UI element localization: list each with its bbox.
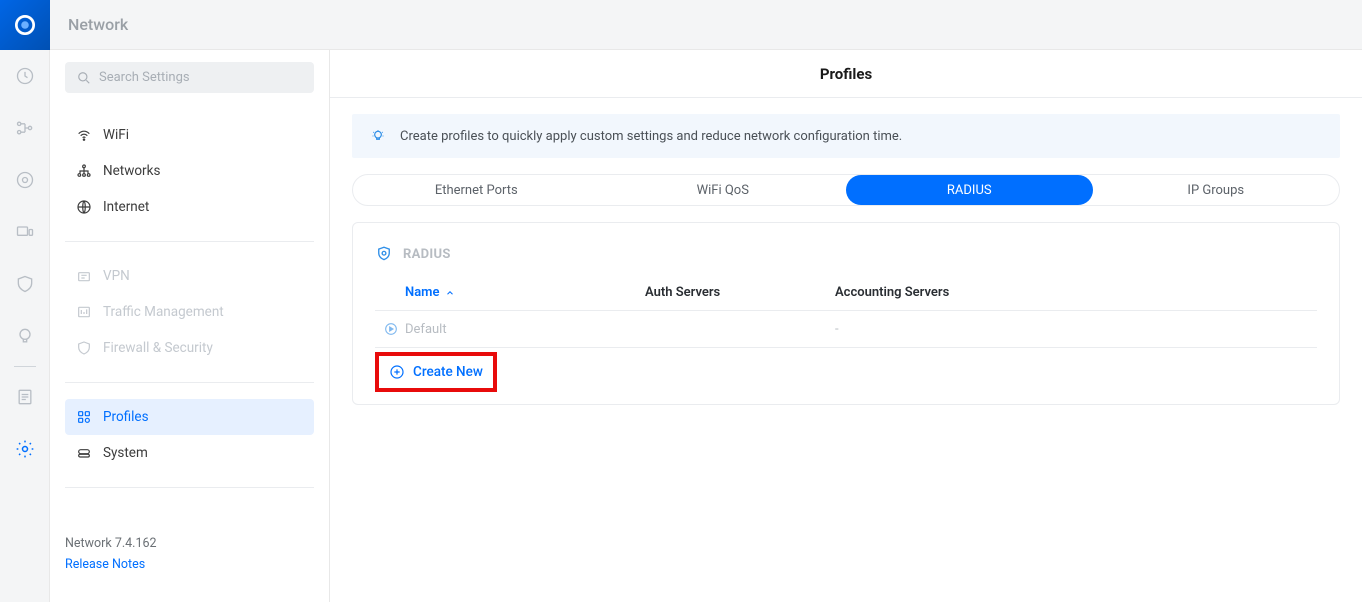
sidebar-item-traffic[interactable]: Traffic Management bbox=[65, 294, 314, 330]
row-acct: - bbox=[835, 322, 1307, 337]
sidebar-footer: Network 7.4.162 Release Notes bbox=[65, 536, 314, 590]
info-banner: Create profiles to quickly apply custom … bbox=[352, 114, 1340, 158]
table-row[interactable]: Default - bbox=[375, 311, 1317, 348]
firewall-icon bbox=[75, 340, 93, 356]
client-devices-icon[interactable] bbox=[0, 206, 50, 258]
vpn-icon bbox=[75, 268, 93, 284]
tab-wifi-qos[interactable]: WiFi QoS bbox=[600, 175, 847, 205]
panel-head-text: RADIUS bbox=[403, 247, 451, 262]
sidebar-item-label: Profiles bbox=[103, 409, 149, 425]
table-head: Name Auth Servers Accounting Servers bbox=[375, 285, 1317, 311]
rail-separator bbox=[14, 366, 36, 367]
banner-text: Create profiles to quickly apply custom … bbox=[400, 129, 902, 144]
shield-icon bbox=[375, 245, 393, 263]
divider bbox=[65, 382, 314, 383]
content-row: WiFi Networks Internet VPN bbox=[50, 50, 1362, 602]
search-box[interactable] bbox=[65, 62, 314, 93]
app-header: Network bbox=[50, 0, 1362, 50]
version-text: Network 7.4.162 bbox=[65, 536, 314, 551]
topology-icon[interactable] bbox=[0, 102, 50, 154]
col-auth-header: Auth Servers bbox=[645, 285, 835, 300]
sidebar-item-profiles[interactable]: Profiles bbox=[65, 399, 314, 435]
sidebar-item-label: Internet bbox=[103, 199, 149, 215]
sidebar-item-system[interactable]: System bbox=[65, 435, 314, 471]
play-icon bbox=[383, 321, 405, 337]
wifi-icon bbox=[75, 127, 93, 143]
create-new-button[interactable]: Create New bbox=[375, 352, 497, 392]
sidebar-item-label: System bbox=[103, 445, 148, 461]
sidebar-item-firewall[interactable]: Firewall & Security bbox=[65, 330, 314, 366]
security-icon[interactable] bbox=[0, 258, 50, 310]
divider bbox=[65, 487, 314, 488]
insights-icon[interactable] bbox=[0, 310, 50, 362]
sidebar-item-label: Networks bbox=[103, 163, 160, 179]
sidebar: WiFi Networks Internet VPN bbox=[50, 50, 330, 602]
search-input[interactable] bbox=[99, 70, 302, 85]
sidebar-item-networks[interactable]: Networks bbox=[65, 153, 314, 189]
radius-panel: RADIUS Name Auth Servers Accounting Serv… bbox=[352, 222, 1340, 405]
profiles-icon bbox=[75, 409, 93, 425]
sidebar-item-label: Traffic Management bbox=[103, 304, 224, 320]
main-container: Network WiFi Networks bbox=[50, 0, 1362, 602]
sidebar-item-label: Firewall & Security bbox=[103, 340, 213, 356]
col-acct-header: Accounting Servers bbox=[835, 285, 1307, 300]
tab-bar: Ethernet Ports WiFi QoS RADIUS IP Groups bbox=[352, 174, 1340, 206]
tab-ip-groups[interactable]: IP Groups bbox=[1093, 175, 1340, 205]
sidebar-item-internet[interactable]: Internet bbox=[65, 189, 314, 225]
row-name: Default bbox=[405, 322, 645, 337]
system-log-icon[interactable] bbox=[0, 371, 50, 423]
page-header: Profiles bbox=[330, 50, 1362, 98]
tab-ethernet-ports[interactable]: Ethernet Ports bbox=[353, 175, 600, 205]
search-icon bbox=[77, 71, 91, 85]
sidebar-item-wifi[interactable]: WiFi bbox=[65, 117, 314, 153]
system-icon bbox=[75, 445, 93, 461]
page-content: Create profiles to quickly apply custom … bbox=[330, 98, 1362, 421]
unifi-devices-icon[interactable] bbox=[0, 154, 50, 206]
tab-radius[interactable]: RADIUS bbox=[846, 175, 1093, 205]
release-notes-link[interactable]: Release Notes bbox=[65, 557, 314, 572]
dashboard-icon[interactable] bbox=[0, 50, 50, 102]
col-name-header[interactable]: Name bbox=[405, 285, 645, 300]
icon-rail bbox=[0, 0, 50, 602]
settings-icon[interactable] bbox=[0, 423, 50, 475]
page: Profiles Create profiles to quickly appl… bbox=[330, 50, 1362, 602]
sidebar-item-label: VPN bbox=[103, 268, 130, 284]
traffic-icon bbox=[75, 304, 93, 320]
sidebar-item-label: WiFi bbox=[103, 127, 129, 143]
app-logo[interactable] bbox=[0, 0, 50, 50]
plus-circle-icon bbox=[389, 364, 405, 380]
lightbulb-icon bbox=[370, 128, 386, 144]
internet-icon bbox=[75, 199, 93, 215]
sort-asc-icon bbox=[445, 288, 455, 298]
panel-head: RADIUS bbox=[375, 245, 1317, 263]
create-new-label: Create New bbox=[413, 364, 483, 380]
page-title: Profiles bbox=[820, 65, 872, 83]
app-title: Network bbox=[68, 15, 128, 34]
sidebar-item-vpn[interactable]: VPN bbox=[65, 258, 314, 294]
networks-icon bbox=[75, 163, 93, 179]
divider bbox=[65, 241, 314, 242]
